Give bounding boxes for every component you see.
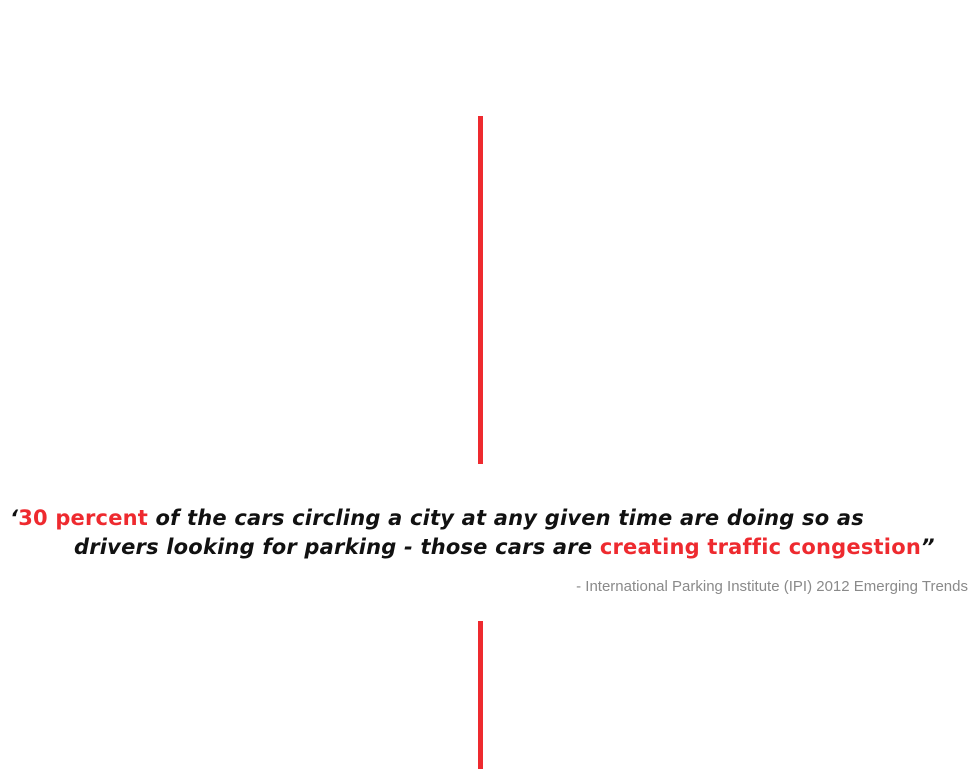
- bottom-divider-line: [478, 621, 483, 769]
- quote-line-1: ‘30 percent of the cars circling a city …: [10, 504, 966, 533]
- open-quote-mark: ‘: [10, 506, 19, 530]
- quote-block: ‘30 percent of the cars circling a city …: [10, 504, 966, 562]
- quote-attribution: - International Parking Institute (IPI) …: [576, 578, 968, 595]
- quote-highlight-congestion: creating traffic congestion: [599, 535, 921, 559]
- quote-text-2: drivers looking for parking - those cars…: [74, 535, 600, 559]
- top-divider-line: [478, 116, 483, 464]
- close-quote-mark: ”: [920, 535, 935, 559]
- quote-highlight-percent: 30 percent: [18, 506, 149, 530]
- quote-text-1: of the cars circling a city at any given…: [148, 506, 864, 530]
- quote-line-2: drivers looking for parking - those cars…: [10, 533, 966, 562]
